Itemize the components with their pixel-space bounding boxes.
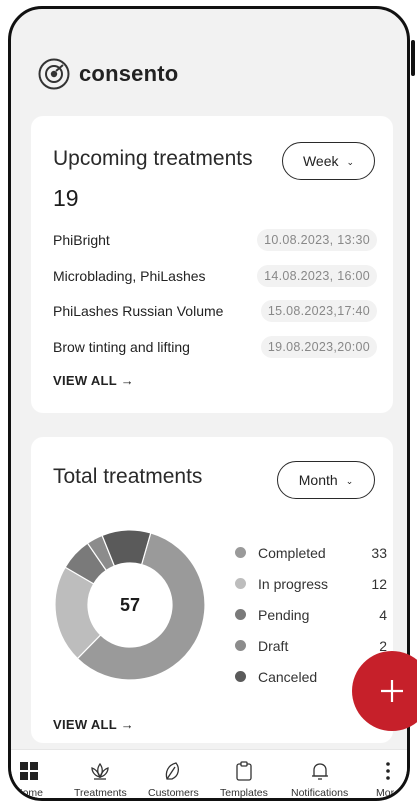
nav-label: Customers: [148, 787, 199, 799]
nav-label: Notifications: [291, 787, 349, 799]
nav-label: Templates: [220, 787, 268, 799]
legend-value: 4: [379, 606, 387, 623]
chevron-down-icon: ⌄: [345, 475, 354, 486]
legend-item: In progress 12: [235, 568, 387, 599]
upcoming-title: Upcoming treatments: [53, 147, 253, 170]
legend-item: Draft 2: [235, 630, 387, 661]
week-dropdown[interactable]: Week ⌄: [282, 142, 375, 180]
more-icon: [386, 762, 390, 780]
legend-dot: [235, 547, 246, 558]
legend-label: Draft: [258, 637, 289, 654]
app-logo-text: consento: [79, 61, 179, 86]
consento-logo-icon: [38, 58, 70, 90]
list-item[interactable]: Brow tinting and lifting 19.08.2023,20:0…: [53, 336, 377, 358]
donut-center-value: 57: [119, 594, 141, 615]
treatment-date: 10.08.2023, 13:30: [257, 229, 377, 251]
nav-label: Home: [15, 787, 44, 799]
total-title: Total treatments: [53, 465, 203, 488]
legend-label: Completed: [258, 544, 326, 561]
legend-dot: [235, 578, 246, 589]
nav-label: Treatments: [74, 787, 127, 799]
week-dropdown-label: Week: [302, 153, 339, 169]
legend-value: 12: [371, 575, 387, 592]
donut-chart: 57: [54, 529, 206, 681]
nav-label: More: [376, 787, 400, 799]
phone-frame: consento Upcoming treatments Week ⌄ 19 P…: [8, 6, 410, 801]
treatment-name: Brow tinting and lifting: [53, 339, 190, 355]
treatment-name: Microblading, PhiLashes: [53, 268, 206, 284]
list-item[interactable]: Microblading, PhiLashes 14.08.2023, 16:0…: [53, 265, 377, 287]
upcoming-count: 19: [53, 185, 79, 211]
legend-label: In progress: [258, 575, 329, 592]
treatment-date: 15.08.2023,17:40: [260, 300, 377, 322]
app-header: consento: [37, 57, 178, 91]
legend-value: 33: [371, 544, 387, 561]
plus-icon: [381, 680, 403, 702]
nav-treatments[interactable]: Treatments: [74, 760, 127, 799]
leaf-icon: [166, 762, 180, 780]
bottom-navigation: Home Treatments Customers Templates Noti…: [11, 749, 407, 799]
home-icon: [20, 762, 38, 780]
treatment-name: PhiBright: [53, 232, 110, 248]
legend-dot: [235, 609, 246, 620]
treatment-date: 19.08.2023,20:00: [260, 336, 377, 358]
upcoming-view-all-link[interactable]: VIEW ALL →: [53, 373, 134, 388]
list-item[interactable]: PhiLashes Russian Volume 15.08.2023,17:4…: [53, 300, 377, 322]
legend-dot: [235, 640, 246, 651]
treatment-date: 14.08.2023, 16:00: [257, 265, 377, 287]
lotus-icon: [91, 762, 110, 780]
nav-notifications[interactable]: Notifications: [291, 760, 349, 799]
month-dropdown-label: Month: [298, 472, 338, 488]
legend-label: Pending: [258, 606, 310, 623]
nav-home[interactable]: Home: [15, 760, 44, 799]
phone-side-button: [411, 40, 415, 76]
total-treatments-card: Total treatments Month ⌄ 57 Completed 33 I…: [31, 437, 393, 743]
legend-dot: [235, 671, 246, 682]
month-dropdown[interactable]: Month ⌄: [277, 461, 375, 499]
treatment-name: PhiLashes Russian Volume: [53, 303, 224, 319]
bell-icon: [311, 763, 328, 780]
nav-more[interactable]: More: [376, 760, 400, 799]
nav-templates[interactable]: Templates: [220, 760, 268, 799]
chevron-down-icon: ⌄: [346, 156, 355, 167]
clipboard-icon: [236, 761, 252, 781]
upcoming-treatments-card: Upcoming treatments Week ⌄ 19 PhiBright …: [31, 116, 393, 413]
legend-item: Completed 33: [235, 537, 387, 568]
nav-customers[interactable]: Customers: [148, 760, 199, 799]
list-item[interactable]: PhiBright 10.08.2023, 13:30: [53, 229, 377, 251]
legend-item: Pending 4: [235, 599, 387, 630]
total-view-all-link[interactable]: VIEW ALL →: [53, 717, 134, 732]
